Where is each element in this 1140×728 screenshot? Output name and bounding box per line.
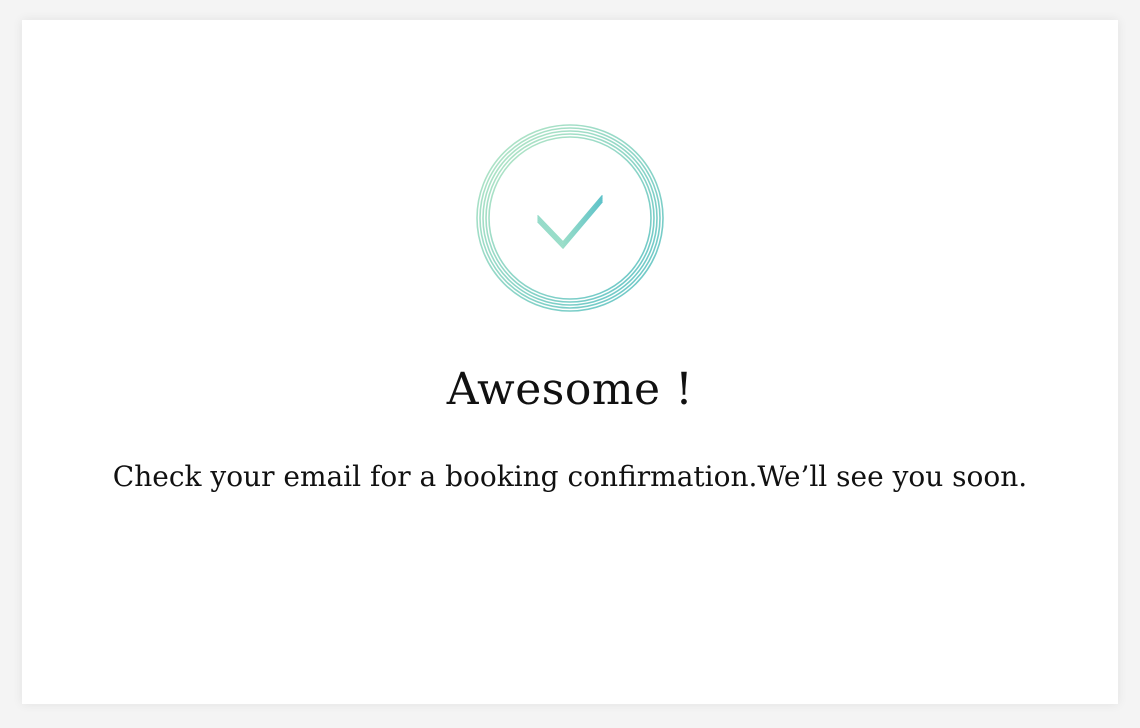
confirmation-title: Awesome ! xyxy=(446,364,694,415)
confirmation-card: Awesome ! Check your email for a booking… xyxy=(22,20,1118,704)
check-circle-icon xyxy=(474,122,666,314)
confirmation-message: Check your email for a booking confirmat… xyxy=(112,460,1028,493)
